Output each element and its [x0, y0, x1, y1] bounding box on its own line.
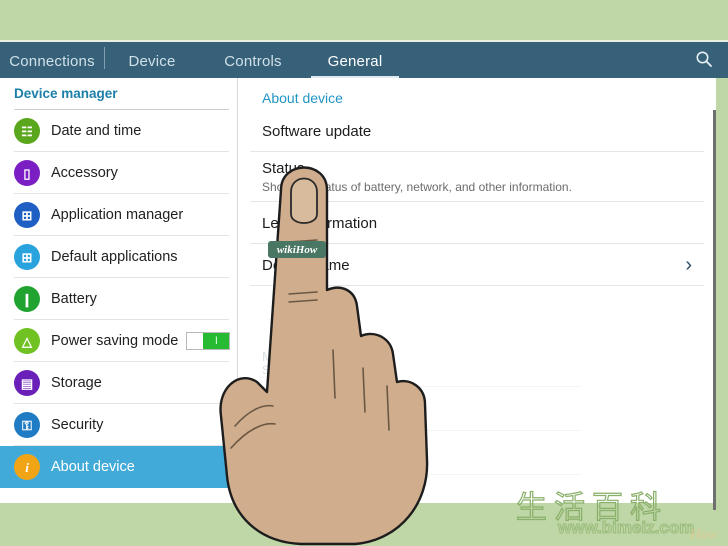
search-button[interactable] [684, 40, 724, 78]
tab-general-label: General [327, 52, 383, 70]
search-icon [696, 51, 712, 67]
sidebar-item-default-applications[interactable]: ⊞ Default applications [0, 236, 237, 278]
row-title: Device name [262, 256, 350, 274]
faded-divider [262, 473, 582, 475]
sidebar-item-label: About device [51, 459, 135, 475]
row-legal-information[interactable]: Legal information [238, 202, 716, 244]
content-scrollbar[interactable] [713, 110, 716, 510]
faded-row-value: 4.4.2 [262, 407, 289, 422]
content-title: About device [262, 90, 343, 106]
sidebar-item-label: Application manager [51, 207, 184, 223]
row-subtitle: Show the status of battery, network, and… [262, 180, 572, 194]
lock-shield-icon: ⚿ [14, 412, 40, 438]
default-apps-icon: ⊞ [14, 244, 40, 270]
sidebar-item-label: Default applications [51, 249, 178, 265]
faded-row-value: KOT49H.T320XXU1ANE4 [262, 494, 403, 503]
tab-connections-label: Connections [9, 52, 95, 70]
tab-general[interactable]: General [307, 42, 403, 80]
faded-row-title: Android version [262, 392, 353, 408]
row-title: Software update [262, 122, 372, 140]
faded-row-title: Model number [262, 349, 346, 364]
sidebar-item-application-manager[interactable]: ⊞ Application manager [0, 194, 237, 236]
tab-device-label: Device [128, 52, 176, 70]
sidebar-item-accessory[interactable]: ▯ Accessory [0, 152, 237, 194]
accessory-icon: ▯ [14, 160, 40, 186]
sidebar-item-label: Accessory [51, 165, 118, 181]
sidebar-item-label: Storage [51, 375, 102, 391]
row-software-update[interactable]: Software update [238, 110, 716, 152]
toggle-on-track: I [203, 333, 230, 349]
tab-device[interactable]: Device [110, 42, 194, 80]
sidebar-item-label: Security [51, 417, 104, 433]
watermark-url: www.bimeiz.com [557, 517, 695, 537]
faded-row: Build number KOT49H.T320XXU1ANE4 [262, 480, 582, 503]
tab-divider [104, 47, 105, 69]
row-title: Status [262, 160, 305, 177]
sidebar: Device manager ☷ Date and time ▯ Accesso… [0, 78, 238, 503]
screenshot-root: Connections Device Controls General Devi… [0, 0, 728, 546]
watermark-how-text: How [689, 527, 718, 543]
faded-row: Android version 4.4.2 [262, 392, 582, 422]
row-text-group: Status Show the status of battery, netwo… [262, 160, 692, 194]
faded-row-value: SM-T320 [262, 363, 312, 378]
info-icon: i [14, 454, 40, 480]
chevron-right-icon: › [685, 254, 692, 276]
row-status[interactable]: Status Show the status of battery, netwo… [238, 152, 716, 202]
sidebar-item-label: Date and time [51, 123, 142, 139]
sidebar-item-power-saving-mode[interactable]: △ Power saving mode I [0, 320, 237, 362]
tab-controls[interactable]: Controls [205, 42, 301, 80]
sidebar-item-label: Power saving mode [51, 333, 179, 349]
row-title: Legal information [262, 214, 378, 232]
grid-apps-icon: ⊞ [14, 202, 40, 228]
toggle-off-track [187, 333, 204, 349]
faded-row: Kernel version 3.4.39-2530116 [262, 436, 582, 465]
faded-divider [262, 429, 582, 431]
power-saving-toggle[interactable]: I [186, 332, 231, 350]
sidebar-item-date-and-time[interactable]: ☷ Date and time [0, 110, 237, 152]
power-saving-icon: △ [14, 328, 40, 354]
sidebar-item-security[interactable]: ⚿ Security [0, 404, 237, 446]
sidebar-item-about-device[interactable]: i About device [0, 446, 237, 488]
faded-info-list: Model number SM-T320 Android version 4.4… [262, 349, 582, 503]
calendar-clock-icon: ☷ [14, 118, 40, 144]
sidebar-item-label: Battery [51, 291, 97, 307]
faded-row-title: Kernel version [262, 436, 346, 452]
settings-tab-bar: Connections Device Controls General [0, 40, 728, 78]
sidebar-header: Device manager [0, 78, 237, 110]
storage-icon: ▤ [14, 370, 40, 396]
tab-connections[interactable]: Connections [0, 42, 104, 80]
sidebar-item-battery[interactable]: ❙ Battery [0, 278, 237, 320]
battery-icon: ❙ [14, 286, 40, 312]
tab-controls-label: Controls [224, 52, 282, 70]
faded-row: Model number SM-T320 [262, 349, 582, 378]
row-device-name[interactable]: Device name › [238, 244, 716, 286]
sidebar-item-storage[interactable]: ▤ Storage [0, 362, 237, 404]
faded-divider [262, 385, 582, 387]
faded-row-title: Build number [262, 480, 339, 496]
settings-panel: Device manager ☷ Date and time ▯ Accesso… [0, 78, 716, 503]
faded-row-value: 3.4.39-2530116 [262, 451, 346, 465]
